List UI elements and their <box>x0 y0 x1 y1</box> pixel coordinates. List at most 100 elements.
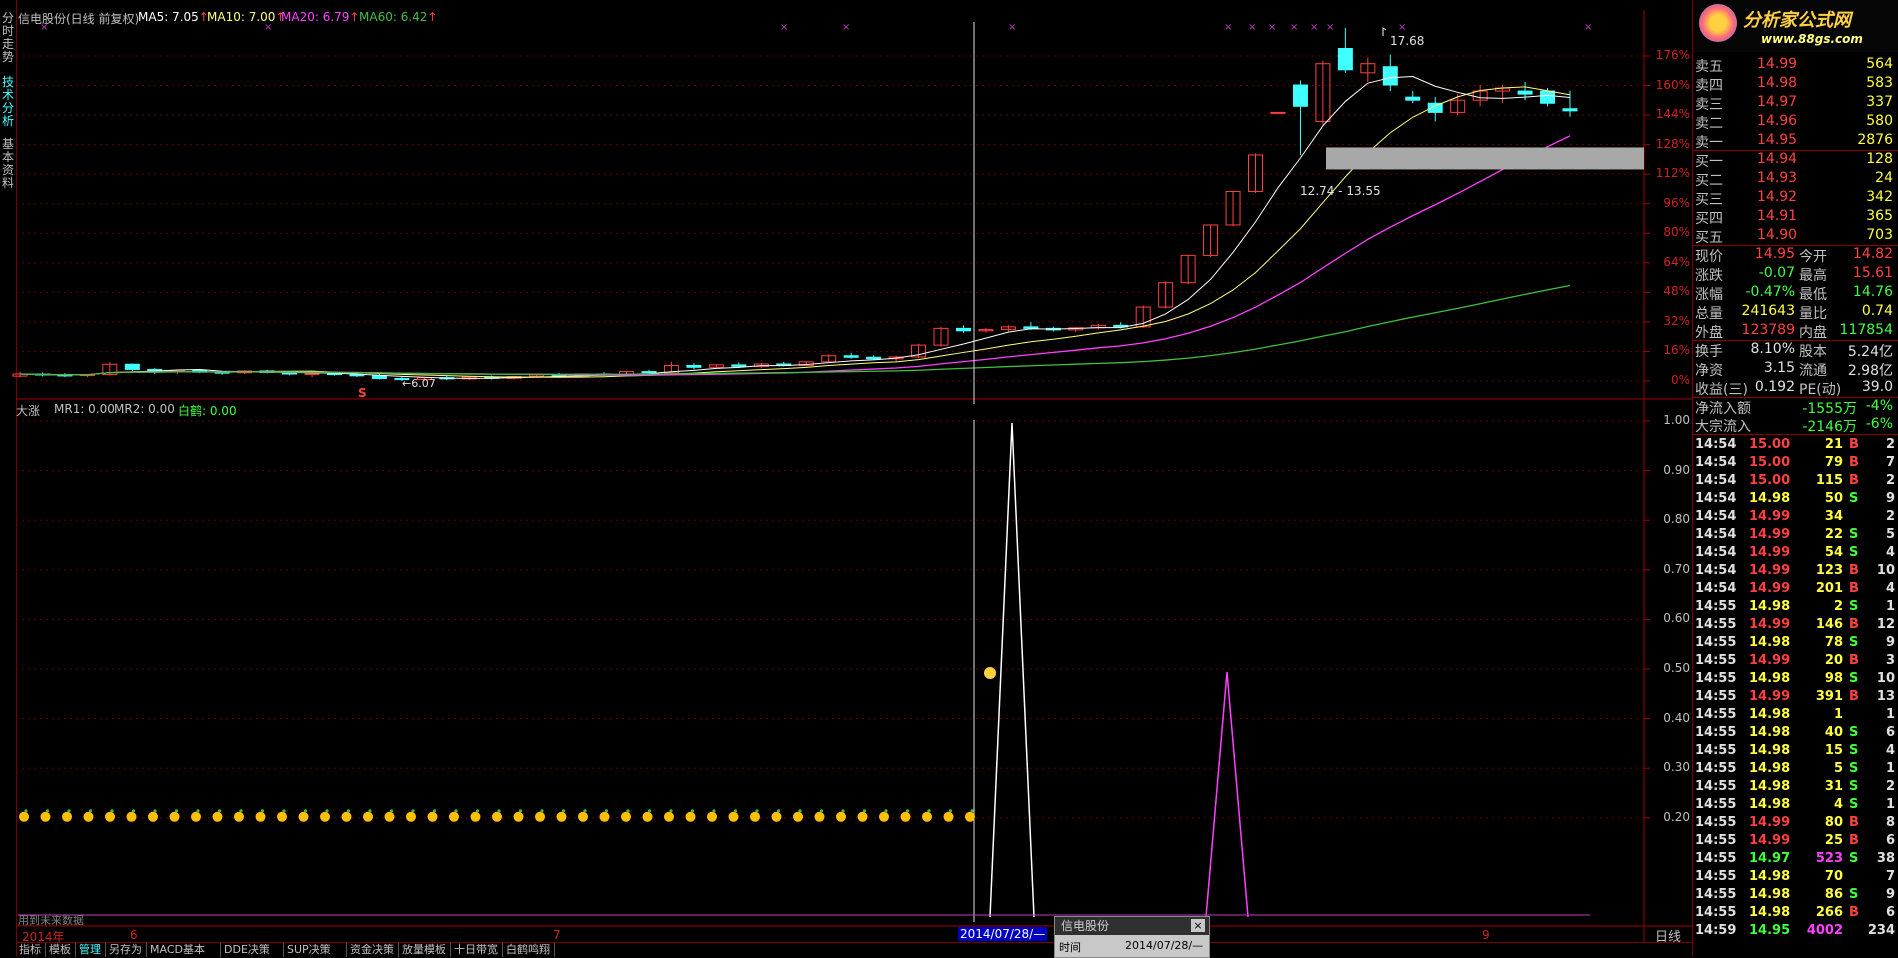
tick-price: 14.98 <box>1749 635 1791 650</box>
asks-row: 卖五 14.99 564 <box>1693 56 1898 75</box>
signal-dot-leaf <box>432 809 437 813</box>
bottom-tab-7[interactable]: 资金决策 <box>347 943 399 957</box>
signal-dot-leaf <box>518 809 523 813</box>
quote-value: -0.07 <box>1758 265 1795 281</box>
signal-dot <box>470 811 481 822</box>
tick-time: 14:55 <box>1695 779 1737 794</box>
bids-row: 买五 14.90 703 <box>1693 227 1898 246</box>
candle-body <box>866 356 882 360</box>
quote-label: 涨跌 <box>1695 268 1723 284</box>
tick-time: 14:55 <box>1695 671 1737 686</box>
bottom-tab-8[interactable]: 放量模板 <box>399 943 451 957</box>
tick-price: 14.99 <box>1749 563 1791 578</box>
tick-count: 1 <box>1885 761 1895 776</box>
signal-dot <box>384 811 395 822</box>
signal-dot-leaf <box>927 809 931 813</box>
bottom-tab-1[interactable]: 模板 <box>46 943 76 957</box>
tick-price: 14.99 <box>1749 617 1791 632</box>
indicator-axis-label: 0.70 <box>1663 561 1690 576</box>
signal-dot <box>427 811 438 822</box>
indicator-name: 大涨 <box>16 404 41 418</box>
tick-volume: 523 <box>1815 851 1843 866</box>
tick-price: 14.98 <box>1749 779 1791 794</box>
bids-label: 买四 <box>1695 211 1723 227</box>
top-x-marker: × <box>1398 22 1406 33</box>
tick-price: 15.00 <box>1749 473 1791 488</box>
signal-dot-leaf <box>540 809 544 813</box>
popup-titlebar[interactable]: 信电股份 × <box>1055 917 1209 935</box>
tick-count: 3 <box>1885 653 1895 668</box>
quote-value: 0.74 <box>1861 303 1893 319</box>
quote-panel: 分析家公式网 www.88gs.com 卖五 14.99 564 卖四 14.98 583… <box>1692 0 1898 956</box>
tick-price: 14.99 <box>1749 509 1791 524</box>
ma60-readout: MA60: 6.42↑ <box>359 10 438 24</box>
price-axis-label: 144% <box>1655 107 1690 122</box>
price-axis-label: 80% <box>1663 225 1690 240</box>
tick-count: 8 <box>1885 815 1895 830</box>
signal-dot <box>642 811 653 822</box>
candle-body <box>1517 90 1533 95</box>
bottom-tab-3[interactable]: 另存为 <box>106 943 147 957</box>
fundamental-label: 换手 <box>1695 344 1723 360</box>
top-x-marker: × <box>1290 22 1298 33</box>
bottom-tab-9[interactable]: 十日带宽 <box>451 943 503 957</box>
tick-row: 14:59 14.95 4002 234 <box>1693 923 1898 941</box>
tick-price: 14.98 <box>1749 869 1791 884</box>
bottom-tab-4[interactable]: MACD基本 <box>147 943 221 957</box>
signal-dot-leaf <box>239 809 243 813</box>
tick-side: B <box>1849 563 1859 578</box>
signal-dot-leaf <box>497 809 501 813</box>
price-axis-label: 16% <box>1663 343 1690 358</box>
sell-marker: S <box>358 386 367 400</box>
quote-label: 最低 <box>1799 287 1827 303</box>
close-icon[interactable]: × <box>1191 919 1205 932</box>
tick-row: 14:55 14.98 2 S 1 <box>1693 599 1898 617</box>
bottom-tab-10[interactable]: 白鹤鸣翔 <box>503 943 555 957</box>
signal-dot-leaf <box>260 809 265 813</box>
signal-dot-leaf <box>368 809 372 813</box>
signal-dot-leaf <box>561 809 566 813</box>
tick-count: 6 <box>1885 905 1895 920</box>
tick-side: S <box>1849 887 1859 902</box>
kline-chart[interactable]: × × × × × × × × × × ×× × <box>0 0 1692 956</box>
asks-label: 卖一 <box>1695 135 1723 151</box>
signal-dot <box>965 811 975 822</box>
tick-time: 14:54 <box>1695 509 1737 524</box>
quote-row: 涨跌 -0.07 最高 15.61 <box>1693 265 1898 284</box>
bottom-tab-6[interactable]: SUP决策 <box>284 943 347 957</box>
tick-volume: 70 <box>1824 869 1843 884</box>
quote-label: 涨幅 <box>1695 287 1723 303</box>
tick-price: 14.98 <box>1749 797 1791 812</box>
candle-body <box>1023 326 1039 329</box>
signal-dot-leaf <box>454 809 458 813</box>
candle-body <box>731 364 747 367</box>
flower-logo-icon <box>1699 4 1737 42</box>
signal-dot <box>857 811 868 822</box>
tick-time: 14:55 <box>1695 689 1737 704</box>
bottom-tab-5[interactable]: DDE决策 <box>221 943 284 957</box>
asks-label: 卖四 <box>1695 78 1723 94</box>
ma5-readout: MA5: 7.05↑ <box>138 10 209 24</box>
info-popup[interactable]: 信电股份 × 时间 2014/07/28/— <box>1054 916 1210 958</box>
asks-price: 14.96 <box>1757 113 1798 129</box>
signal-dot-leaf <box>24 809 28 813</box>
tick-row: 14:55 14.98 1 1 <box>1693 707 1898 725</box>
quote-value: 123789 <box>1741 322 1795 338</box>
indicator-axis-label: 0.90 <box>1663 462 1690 477</box>
signal-dot-leaf <box>690 809 695 813</box>
tick-volume: 31 <box>1824 779 1843 794</box>
bids-price: 14.91 <box>1757 208 1798 224</box>
signal-dot-leaf <box>45 809 50 813</box>
tick-side: B <box>1849 581 1859 596</box>
signal-dot-leaf <box>776 809 781 813</box>
tick-volume: 146 <box>1815 617 1843 632</box>
signal-dot-leaf <box>647 809 652 813</box>
signal-dot <box>19 811 29 822</box>
bottom-tab-2[interactable]: 管理 <box>76 943 106 957</box>
tick-row: 14:55 14.99 391 B 13 <box>1693 689 1898 707</box>
bids-row: 买四 14.91 365 <box>1693 208 1898 227</box>
tick-side: B <box>1849 617 1859 632</box>
candle-body <box>1337 47 1353 71</box>
tick-volume: 115 <box>1815 473 1843 488</box>
bottom-tab-0[interactable]: 指标 <box>16 943 46 957</box>
